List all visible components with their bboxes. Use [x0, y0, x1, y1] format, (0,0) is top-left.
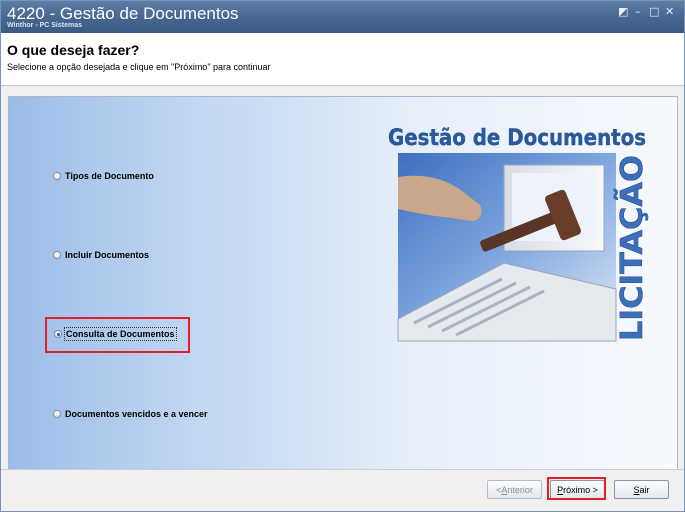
window-subtitle: Winthor - PC Sistemas: [7, 22, 83, 29]
illustration-heading: Gestão de Documentos: [388, 126, 646, 151]
exit-button[interactable]: Sair: [614, 480, 669, 499]
radio-button[interactable]: [53, 410, 61, 418]
window-title: 4220 - Gestão de Documentos: [7, 4, 239, 23]
minimize-icon[interactable]: –: [635, 6, 641, 18]
radio-button[interactable]: [53, 251, 61, 259]
highlight-box-next: [547, 477, 606, 500]
option-tipos-de-documento[interactable]: Tipos de Documento: [53, 171, 154, 181]
app-window: 4220 - Gestão de Documentos Winthor - PC…: [0, 0, 685, 512]
page-title: O que deseja fazer?: [7, 42, 140, 58]
option-label: Incluir Documentos: [65, 250, 150, 260]
restore-icon[interactable]: ◩: [618, 6, 628, 18]
page-instructions: Selecione a opção desejada e clique em "…: [7, 62, 271, 72]
maximize-icon[interactable]: □: [649, 6, 659, 18]
radio-button[interactable]: [53, 172, 61, 180]
option-documentos-vencidos[interactable]: Documentos vencidos e a vencer: [53, 409, 208, 419]
option-label: Documentos vencidos e a vencer: [65, 409, 208, 419]
option-incluir-documentos[interactable]: Incluir Documentos: [53, 250, 149, 260]
illustration-vertical-text: LICITAÇÃO: [613, 155, 650, 341]
highlight-box-option: [45, 317, 190, 353]
title-bar[interactable]: 4220 - Gestão de Documentos Winthor - PC…: [1, 1, 684, 33]
wizard-header: O que deseja fazer? Selecione a opção de…: [1, 33, 684, 86]
back-button[interactable]: < Anterior: [487, 480, 542, 499]
close-icon[interactable]: ✕: [665, 6, 674, 18]
gestao-documentos-illustration: Gestão de Documentos LICITAÇÃO: [388, 126, 650, 342]
option-label: Tipos de Documento: [65, 171, 154, 181]
